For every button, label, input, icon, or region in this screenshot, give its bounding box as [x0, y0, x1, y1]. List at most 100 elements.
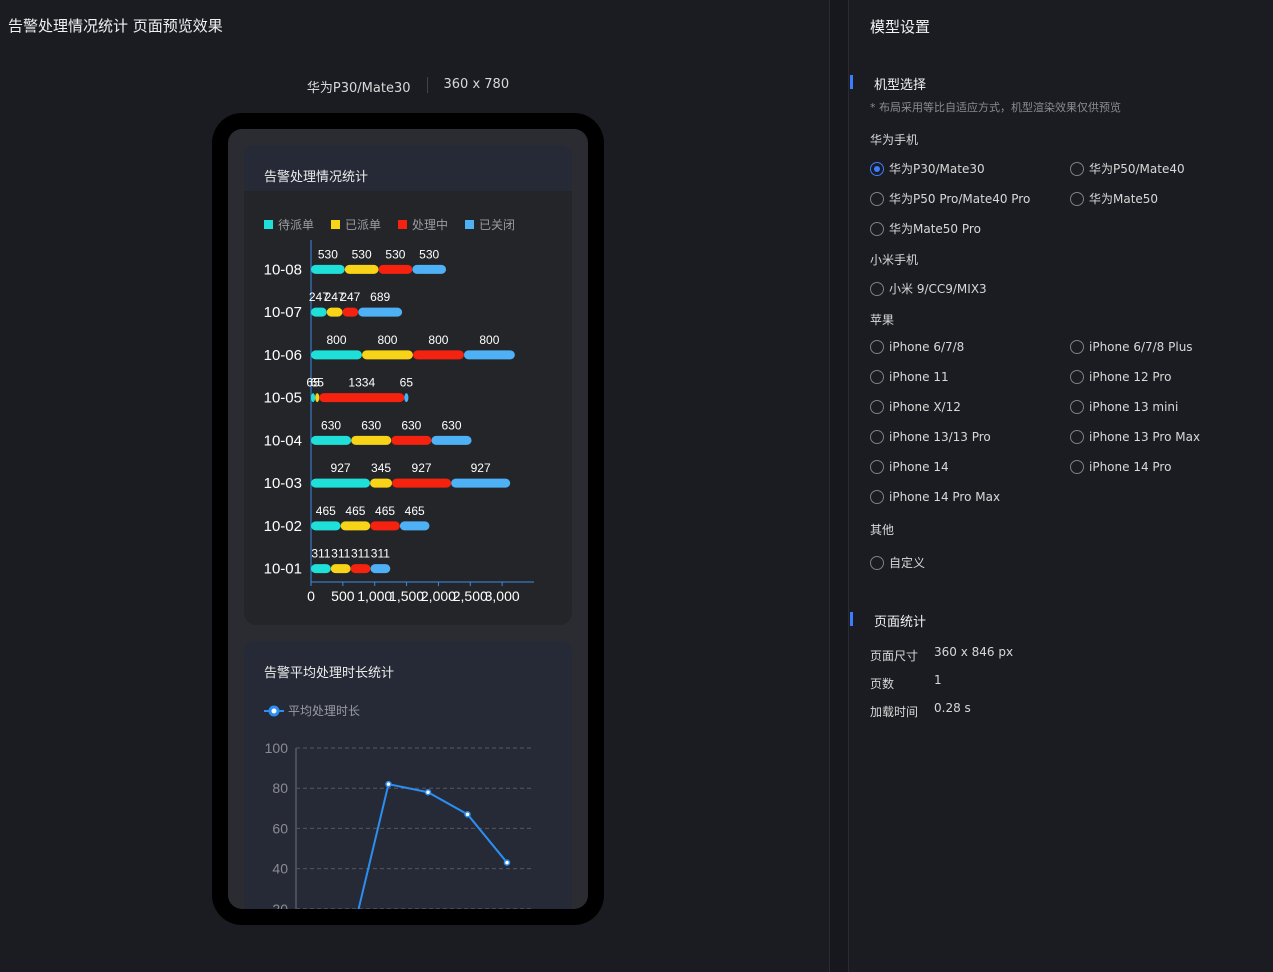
- bar-value-label: 247: [340, 290, 360, 304]
- bar-value-label: 65: [400, 376, 414, 390]
- model-radio[interactable]: iPhone 14 Pro Max: [870, 490, 1000, 504]
- bar-value-label: 465: [405, 504, 425, 518]
- radio-label: 小米 9/CC9/MIX3: [889, 282, 987, 296]
- x-tick-label: 1,500: [389, 588, 424, 604]
- model-radio[interactable]: iPhone 13 Pro Max: [1070, 430, 1200, 444]
- bar-value-label: 630: [401, 418, 421, 432]
- radio-circle-icon[interactable]: [870, 490, 884, 504]
- bar-value-label: 800: [428, 333, 448, 347]
- model-radio[interactable]: iPhone X/12: [870, 400, 961, 414]
- radio-label: iPhone 13 mini: [1089, 400, 1179, 414]
- radio-circle-icon[interactable]: [870, 161, 884, 176]
- stat-value: 360 x 846 px: [934, 645, 1014, 659]
- radio-circle-icon[interactable]: [870, 400, 884, 414]
- phone-frame: 告警处理情况统计 待派单 已派单 处理中 已关闭 0 500 1,000 1,500 2,000…: [212, 113, 604, 925]
- bar-segment: [311, 307, 327, 317]
- bar-value-label: 530: [385, 247, 405, 261]
- legend-marker: [268, 705, 280, 717]
- radio-label: iPhone 12 Pro: [1089, 370, 1172, 384]
- radio-circle-icon[interactable]: [1070, 460, 1084, 474]
- group-label: 苹果: [870, 313, 895, 327]
- radio-label: iPhone 14 Pro: [1089, 460, 1172, 474]
- alarm-status-card: 告警处理情况统计 待派单 已派单 处理中 已关闭 0 500 1,000 1,500 2,000…: [244, 145, 572, 625]
- radio-circle-icon[interactable]: [870, 370, 884, 384]
- radio-label: 自定义: [889, 556, 926, 570]
- model-section-title: 机型选择: [850, 74, 926, 93]
- radio-label: iPhone 6/7/8 Plus: [1089, 340, 1193, 354]
- stat-row: 页数 1: [870, 673, 942, 692]
- radio-circle-icon[interactable]: [1070, 430, 1084, 444]
- settings-panel: 模型设置 机型选择 * 布局采用等比自适应方式，机型渲染效果仅供预览 华为手机华…: [850, 0, 1273, 972]
- radio-circle-icon[interactable]: [870, 460, 884, 474]
- model-radio[interactable]: 华为P30/Mate30: [870, 160, 985, 177]
- bar-segment: [311, 264, 345, 274]
- bar-value-label: 311: [331, 547, 350, 561]
- x-tick-label: 1,000: [357, 588, 392, 604]
- x-tick-label: 0: [307, 588, 315, 604]
- y-tick-label: 40: [272, 861, 288, 877]
- radio-label: iPhone X/12: [889, 400, 961, 414]
- model-radio[interactable]: 自定义: [870, 554, 925, 571]
- bar-segment: [412, 350, 464, 360]
- radio-circle-icon[interactable]: [1070, 400, 1084, 414]
- category-label: 10-08: [264, 261, 302, 278]
- model-radio[interactable]: 华为Mate50: [1070, 190, 1158, 207]
- legend-swatch: [331, 220, 340, 229]
- model-radio[interactable]: iPhone 6/7/8 Plus: [1070, 340, 1193, 354]
- panel-divider[interactable]: [829, 0, 849, 972]
- model-radio[interactable]: iPhone 6/7/8: [870, 340, 964, 354]
- bar-value-label: 311: [351, 547, 370, 561]
- model-radio[interactable]: iPhone 13/13 Pro: [870, 430, 991, 444]
- x-tick-label: 3,000: [485, 588, 520, 604]
- bar-segment: [399, 521, 430, 531]
- x-tick-label: 500: [331, 588, 355, 604]
- radio-label: 华为P30/Mate30: [889, 162, 985, 176]
- radio-circle-icon[interactable]: [870, 430, 884, 444]
- bar-value-label: 65: [311, 376, 325, 390]
- radio-circle-icon[interactable]: [870, 191, 884, 206]
- bar-segment: [404, 393, 409, 403]
- bar-value-label: 311: [371, 547, 390, 561]
- bar-segment: [370, 478, 393, 488]
- legend-label: 已关闭: [479, 218, 515, 232]
- model-radio[interactable]: iPhone 12 Pro: [1070, 370, 1171, 384]
- model-radio[interactable]: 华为P50/Mate40: [1070, 160, 1185, 177]
- bar-value-label: 689: [370, 290, 390, 304]
- radio-circle-icon[interactable]: [1070, 191, 1084, 206]
- bar-value-label: 927: [331, 461, 351, 475]
- model-radio[interactable]: 小米 9/CC9/MIX3: [870, 280, 987, 297]
- phone-screen[interactable]: 告警处理情况统计 待派单 已派单 处理中 已关闭 0 500 1,000 1,500 2,000…: [228, 129, 588, 909]
- model-radio[interactable]: iPhone 14: [870, 460, 949, 474]
- bar-segment: [311, 435, 352, 445]
- model-radio[interactable]: 华为P50 Pro/Mate40 Pro: [870, 190, 1030, 207]
- model-radio[interactable]: iPhone 11: [870, 370, 949, 384]
- legend-swatch: [264, 220, 273, 229]
- category-label: 10-03: [264, 475, 302, 492]
- category-label: 10-02: [264, 518, 302, 535]
- bar-value-label: 630: [321, 418, 341, 432]
- bar-segment: [392, 478, 452, 488]
- bar-segment: [311, 350, 362, 360]
- radio-circle-icon[interactable]: [870, 281, 884, 296]
- bar-segment: [340, 521, 371, 531]
- model-radio[interactable]: iPhone 13 mini: [1070, 400, 1178, 414]
- radio-label: iPhone 13 Pro Max: [1089, 430, 1201, 444]
- preview-pane: 告警处理情况统计 页面预览效果 华为P30/Mate30 360 x 780 告…: [0, 0, 829, 972]
- radio-circle-icon[interactable]: [1070, 340, 1084, 354]
- model-radio[interactable]: 华为Mate50 Pro: [870, 220, 981, 237]
- stat-row: 加载时间 0.28 s: [870, 701, 971, 720]
- radio-circle-icon[interactable]: [870, 221, 884, 236]
- bar-value-label: 1334: [348, 376, 375, 390]
- radio-circle-icon[interactable]: [870, 340, 884, 354]
- radio-circle-icon[interactable]: [1070, 161, 1084, 176]
- bar-segment: [350, 564, 371, 574]
- settings-title: 模型设置: [870, 18, 931, 36]
- legend-swatch: [398, 220, 407, 229]
- model-radio[interactable]: iPhone 14 Pro: [1070, 460, 1171, 474]
- bar-value-label: 345: [371, 461, 391, 475]
- data-point: [424, 788, 432, 796]
- radio-label: 华为P50 Pro/Mate40 Pro: [889, 192, 1031, 206]
- radio-circle-icon[interactable]: [870, 555, 884, 570]
- radio-circle-icon[interactable]: [1070, 370, 1084, 384]
- category-label: 10-07: [264, 304, 302, 321]
